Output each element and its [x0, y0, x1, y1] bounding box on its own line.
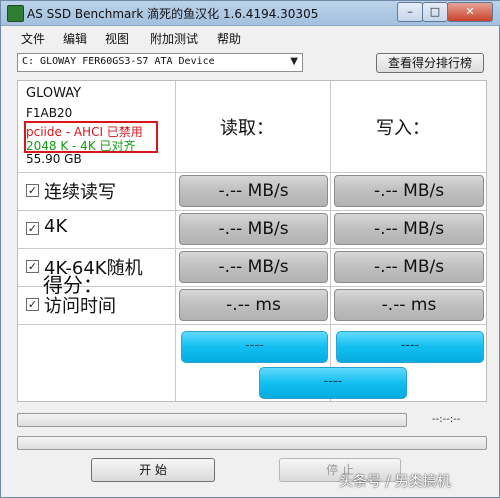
close-button[interactable]: ✕: [447, 2, 493, 22]
menu-edit[interactable]: 编辑: [63, 30, 87, 47]
4k-write-result: -.-- MB/s: [334, 213, 484, 245]
overall-progress-bar: [17, 436, 487, 450]
drive-name: GLOWAY: [26, 86, 82, 101]
seq-checkbox[interactable]: ✓: [26, 184, 39, 197]
menu-view[interactable]: 视图: [105, 30, 129, 47]
menu-file[interactable]: 文件: [21, 30, 45, 47]
grid-divider: [330, 81, 331, 401]
menu-bar: 文件 编辑 视图 附加测试 帮助: [1, 26, 499, 48]
4k64-write-result: -.-- MB/s: [334, 251, 484, 283]
read-column-header: 读取：: [220, 118, 274, 139]
drive-select[interactable]: C: GLOWAY FER60GS3-S7 ATA Device ▼: [17, 53, 303, 72]
drive-size: 55.90 GB: [26, 152, 82, 166]
score-total: ----: [259, 367, 407, 399]
4k-checkbox[interactable]: ✓: [26, 222, 39, 235]
score-label: 得分：: [43, 273, 103, 297]
results-grid: GLOWAY F1AB20 pciide - AHCI 已禁用 2048 K -…: [17, 80, 487, 402]
drive-firmware: F1AB20: [26, 106, 73, 120]
access-time-checkbox[interactable]: ✓: [26, 298, 39, 311]
watermark: 头条号 / 另类搞机: [339, 474, 451, 490]
4k-read-result: -.-- MB/s: [179, 213, 328, 245]
menu-help[interactable]: 帮助: [217, 30, 241, 47]
view-ranking-button[interactable]: 查看得分排行榜: [376, 53, 484, 73]
elapsed-time: --:--:--: [432, 414, 461, 425]
grid-divider: [18, 210, 486, 211]
window-title: AS SSD Benchmark 滴死的鱼汉化 1.6.4194.30305: [27, 7, 319, 21]
access-time-read-result: -.-- ms: [179, 289, 328, 321]
grid-divider: [18, 324, 486, 325]
grid-divider: [18, 248, 486, 249]
app-window: AS SSD Benchmark 滴死的鱼汉化 1.6.4194.30305 –…: [0, 0, 500, 498]
maximize-button[interactable]: □: [422, 2, 448, 22]
score-read: ----: [181, 331, 328, 363]
score-write: ----: [336, 331, 484, 363]
minimize-button[interactable]: –: [397, 2, 423, 22]
test-progress-bar: [17, 413, 407, 427]
grid-divider: [175, 81, 176, 401]
menu-extra-tests[interactable]: 附加测试: [150, 30, 198, 47]
seq-read-result: -.-- MB/s: [179, 175, 328, 207]
start-button[interactable]: 开 始: [91, 458, 215, 482]
seq-write-result: -.-- MB/s: [334, 175, 484, 207]
title-bar: AS SSD Benchmark 滴死的鱼汉化 1.6.4194.30305 –…: [1, 1, 500, 26]
grid-divider: [18, 172, 486, 173]
4k64-read-result: -.-- MB/s: [179, 251, 328, 283]
write-column-header: 写入：: [376, 118, 430, 139]
4k64-checkbox[interactable]: ✓: [26, 260, 39, 273]
4k-label: 4K: [44, 216, 68, 237]
access-time-write-result: -.-- ms: [334, 289, 484, 321]
seq-label: 连续读写: [44, 182, 116, 203]
chevron-down-icon: ▼: [290, 56, 298, 67]
app-icon: [7, 5, 24, 22]
drive-select-value: C: GLOWAY FER60GS3-S7 ATA Device: [22, 56, 215, 67]
